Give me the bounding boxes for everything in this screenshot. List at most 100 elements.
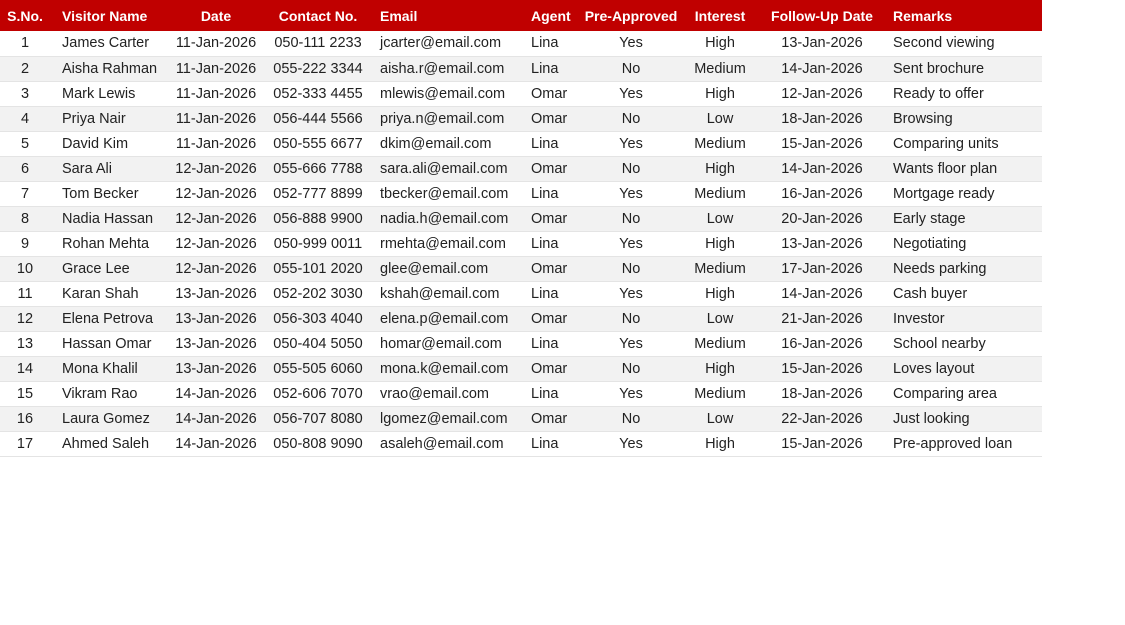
table-row[interactable]: 6 Sara Ali 12-Jan-2026 055-666 7788 sara.ali…	[0, 156, 1042, 181]
cell-interest[interactable]: Low	[681, 406, 759, 431]
cell-date[interactable]: 12-Jan-2026	[170, 181, 262, 206]
table-row[interactable]: 7 Tom Becker 12-Jan-2026 052-777 8899 tbecke…	[0, 181, 1042, 206]
cell-contact[interactable]: 056-444 5566	[262, 106, 374, 131]
cell-agent[interactable]: Lina	[529, 31, 581, 56]
cell-remarks[interactable]: Needs parking	[885, 256, 1042, 281]
cell-sno[interactable]: 11	[0, 281, 50, 306]
table-row[interactable]: 1 James Carter 11-Jan-2026 050-111 2233 jcar…	[0, 31, 1042, 56]
cell-remarks[interactable]: Investor	[885, 306, 1042, 331]
cell-sno[interactable]: 10	[0, 256, 50, 281]
cell-contact[interactable]: 056-707 8080	[262, 406, 374, 431]
cell-contact[interactable]: 055-505 6060	[262, 356, 374, 381]
column-header-sno[interactable]: S.No.	[0, 0, 50, 31]
cell-contact[interactable]: 055-222 3344	[262, 56, 374, 81]
cell-agent[interactable]: Lina	[529, 281, 581, 306]
cell-follow-up-date[interactable]: 14-Jan-2026	[759, 156, 885, 181]
cell-visitor-name[interactable]: Hassan Omar	[50, 331, 170, 356]
cell-date[interactable]: 13-Jan-2026	[170, 306, 262, 331]
cell-remarks[interactable]: Comparing area	[885, 381, 1042, 406]
cell-date[interactable]: 11-Jan-2026	[170, 131, 262, 156]
cell-date[interactable]: 11-Jan-2026	[170, 31, 262, 56]
table-row[interactable]: 11 Karan Shah 13-Jan-2026 052-202 3030 kshah…	[0, 281, 1042, 306]
table-row[interactable]: 3 Mark Lewis 11-Jan-2026 052-333 4455 mlewis…	[0, 81, 1042, 106]
cell-email[interactable]: rmehta@email.com	[374, 231, 529, 256]
cell-remarks[interactable]: Second viewing	[885, 31, 1042, 56]
cell-agent[interactable]: Omar	[529, 256, 581, 281]
cell-agent[interactable]: Lina	[529, 381, 581, 406]
cell-sno[interactable]: 12	[0, 306, 50, 331]
table-row[interactable]: 8 Nadia Hassan 12-Jan-2026 056-888 9900 nadi…	[0, 206, 1042, 231]
cell-agent[interactable]: Omar	[529, 156, 581, 181]
cell-email[interactable]: vrao@email.com	[374, 381, 529, 406]
table-row[interactable]: 9 Rohan Mehta 12-Jan-2026 050-999 0011 rmeht…	[0, 231, 1042, 256]
cell-follow-up-date[interactable]: 21-Jan-2026	[759, 306, 885, 331]
column-header-date[interactable]: Date	[170, 0, 262, 31]
cell-pre-approved[interactable]: No	[581, 306, 681, 331]
cell-sno[interactable]: 1	[0, 31, 50, 56]
cell-visitor-name[interactable]: Sara Ali	[50, 156, 170, 181]
cell-agent[interactable]: Omar	[529, 81, 581, 106]
cell-pre-approved[interactable]: Yes	[581, 81, 681, 106]
cell-remarks[interactable]: Browsing	[885, 106, 1042, 131]
column-header-agent[interactable]: Agent	[529, 0, 581, 31]
cell-date[interactable]: 11-Jan-2026	[170, 81, 262, 106]
cell-sno[interactable]: 16	[0, 406, 50, 431]
cell-email[interactable]: elena.p@email.com	[374, 306, 529, 331]
cell-sno[interactable]: 9	[0, 231, 50, 256]
cell-interest[interactable]: High	[681, 231, 759, 256]
cell-interest[interactable]: High	[681, 81, 759, 106]
cell-email[interactable]: sara.ali@email.com	[374, 156, 529, 181]
cell-email[interactable]: mlewis@email.com	[374, 81, 529, 106]
cell-contact[interactable]: 050-555 6677	[262, 131, 374, 156]
cell-follow-up-date[interactable]: 22-Jan-2026	[759, 406, 885, 431]
cell-remarks[interactable]: Sent brochure	[885, 56, 1042, 81]
cell-remarks[interactable]: Wants floor plan	[885, 156, 1042, 181]
table-row[interactable]: 12 Elena Petrova 13-Jan-2026 056-303 4040 el…	[0, 306, 1042, 331]
cell-interest[interactable]: High	[681, 281, 759, 306]
cell-sno[interactable]: 5	[0, 131, 50, 156]
cell-visitor-name[interactable]: Mark Lewis	[50, 81, 170, 106]
cell-date[interactable]: 14-Jan-2026	[170, 381, 262, 406]
cell-visitor-name[interactable]: Karan Shah	[50, 281, 170, 306]
cell-pre-approved[interactable]: No	[581, 256, 681, 281]
cell-date[interactable]: 14-Jan-2026	[170, 431, 262, 456]
cell-agent[interactable]: Omar	[529, 206, 581, 231]
cell-pre-approved[interactable]: No	[581, 206, 681, 231]
cell-date[interactable]: 13-Jan-2026	[170, 281, 262, 306]
cell-sno[interactable]: 15	[0, 381, 50, 406]
cell-contact[interactable]: 055-666 7788	[262, 156, 374, 181]
cell-agent[interactable]: Lina	[529, 331, 581, 356]
cell-follow-up-date[interactable]: 15-Jan-2026	[759, 356, 885, 381]
table-row[interactable]: 13 Hassan Omar 13-Jan-2026 050-404 5050 homa…	[0, 331, 1042, 356]
cell-contact[interactable]: 056-888 9900	[262, 206, 374, 231]
cell-visitor-name[interactable]: Laura Gomez	[50, 406, 170, 431]
table-row[interactable]: 15 Vikram Rao 14-Jan-2026 052-606 7070 vrao@…	[0, 381, 1042, 406]
table-row[interactable]: 5 David Kim 11-Jan-2026 050-555 6677 dkim@em…	[0, 131, 1042, 156]
cell-follow-up-date[interactable]: 16-Jan-2026	[759, 181, 885, 206]
cell-follow-up-date[interactable]: 13-Jan-2026	[759, 31, 885, 56]
cell-contact[interactable]: 052-606 7070	[262, 381, 374, 406]
cell-date[interactable]: 12-Jan-2026	[170, 231, 262, 256]
cell-follow-up-date[interactable]: 15-Jan-2026	[759, 131, 885, 156]
cell-interest[interactable]: Medium	[681, 56, 759, 81]
cell-follow-up-date[interactable]: 17-Jan-2026	[759, 256, 885, 281]
table-row[interactable]: 14 Mona Khalil 13-Jan-2026 055-505 6060 mona…	[0, 356, 1042, 381]
cell-interest[interactable]: High	[681, 31, 759, 56]
cell-agent[interactable]: Omar	[529, 106, 581, 131]
cell-remarks[interactable]: Cash buyer	[885, 281, 1042, 306]
cell-visitor-name[interactable]: Rohan Mehta	[50, 231, 170, 256]
cell-agent[interactable]: Lina	[529, 431, 581, 456]
cell-visitor-name[interactable]: Mona Khalil	[50, 356, 170, 381]
cell-date[interactable]: 12-Jan-2026	[170, 206, 262, 231]
cell-date[interactable]: 13-Jan-2026	[170, 331, 262, 356]
cell-remarks[interactable]: Early stage	[885, 206, 1042, 231]
cell-email[interactable]: glee@email.com	[374, 256, 529, 281]
cell-agent[interactable]: Lina	[529, 56, 581, 81]
cell-pre-approved[interactable]: No	[581, 56, 681, 81]
cell-follow-up-date[interactable]: 12-Jan-2026	[759, 81, 885, 106]
cell-follow-up-date[interactable]: 18-Jan-2026	[759, 106, 885, 131]
cell-pre-approved[interactable]: No	[581, 356, 681, 381]
cell-contact[interactable]: 056-303 4040	[262, 306, 374, 331]
cell-agent[interactable]: Lina	[529, 231, 581, 256]
column-header-interest[interactable]: Interest	[681, 0, 759, 31]
